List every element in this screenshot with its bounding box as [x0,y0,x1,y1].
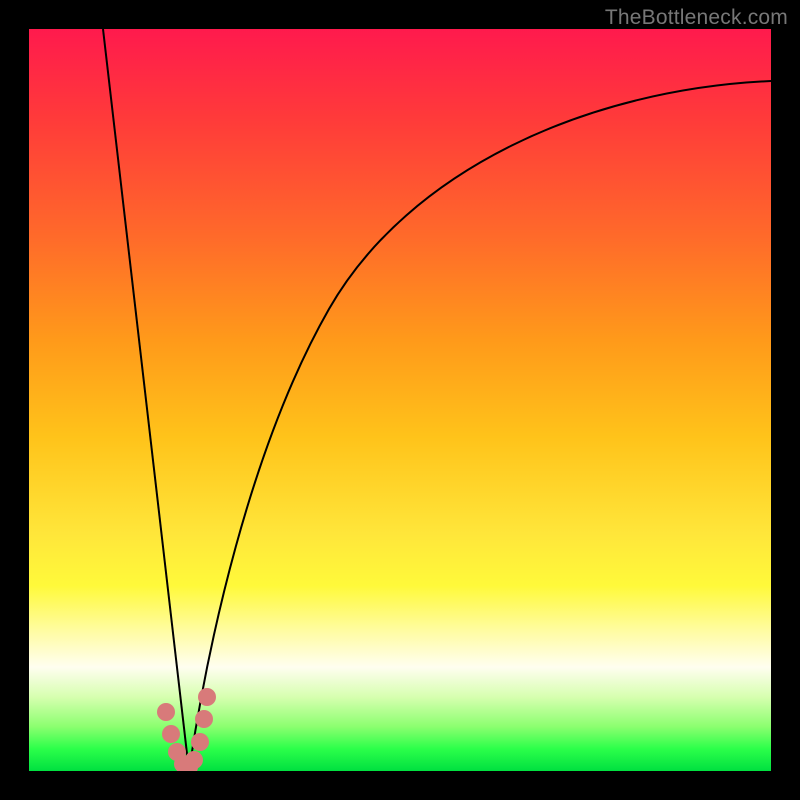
watermark-text: TheBottleneck.com [605,6,788,30]
curve-right-branch [189,81,771,771]
marker-dot [185,751,203,769]
marker-dot [157,703,175,721]
marker-dot [198,688,216,706]
chart-svg [29,29,771,771]
curve-left-branch [103,29,189,771]
marker-dot [162,725,180,743]
trough-marker-group [157,688,216,771]
marker-dot [195,710,213,728]
marker-dot [191,733,209,751]
chart-plot-area [29,29,771,771]
